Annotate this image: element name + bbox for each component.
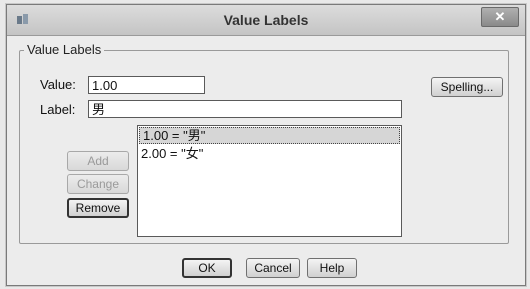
value-input[interactable]: 1.00 bbox=[88, 76, 205, 94]
window-title: Value Labels bbox=[223, 12, 309, 28]
help-button[interactable]: Help bbox=[307, 258, 357, 278]
change-button[interactable]: Change bbox=[67, 174, 129, 194]
value-labels-list[interactable]: 1.00 = "男" 2.00 = "女" bbox=[137, 125, 402, 237]
label-label: Label: bbox=[40, 102, 76, 117]
label-input[interactable]: 男 bbox=[88, 100, 402, 118]
add-button[interactable]: Add bbox=[67, 151, 129, 171]
remove-button[interactable]: Remove bbox=[67, 198, 129, 218]
group-legend: Value Labels bbox=[24, 42, 105, 57]
list-item[interactable]: 1.00 = "男" bbox=[139, 127, 400, 144]
ok-button[interactable]: OK bbox=[182, 258, 232, 278]
close-icon: ✕ bbox=[494, 9, 506, 24]
spelling-button[interactable]: Spelling... bbox=[431, 77, 503, 97]
value-label: Value: bbox=[40, 77, 76, 92]
list-item[interactable]: 2.00 = "女" bbox=[138, 145, 401, 162]
close-button[interactable]: ✕ bbox=[481, 7, 519, 27]
cancel-button[interactable]: Cancel bbox=[246, 258, 300, 278]
title-bar[interactable]: Value Labels ✕ bbox=[7, 5, 525, 36]
